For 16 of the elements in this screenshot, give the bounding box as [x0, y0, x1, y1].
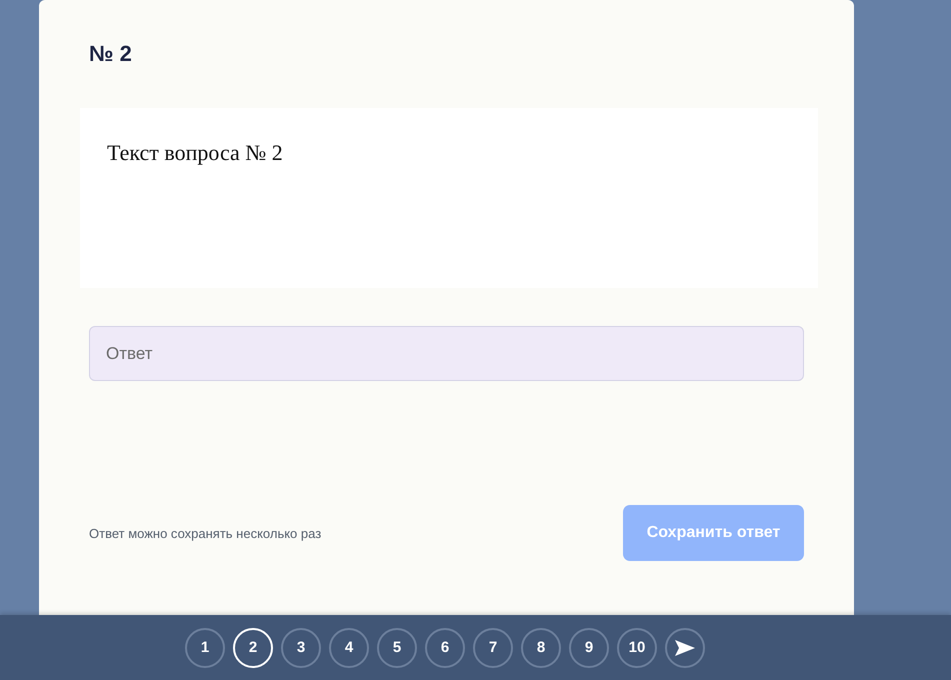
page-button[interactable]: 2: [233, 628, 273, 668]
page-button[interactable]: 9: [569, 628, 609, 668]
page-button[interactable]: 6: [425, 628, 465, 668]
question-text: Текст вопроса № 2: [107, 140, 283, 165]
send-button[interactable]: [665, 628, 705, 668]
question-number: № 2: [89, 40, 133, 68]
hint-text: Ответ можно сохранять несколько раз: [89, 526, 322, 540]
send-icon: [674, 638, 696, 656]
page-button[interactable]: 5: [377, 628, 417, 668]
answer-field[interactable]: Ответ: [89, 326, 804, 381]
page-button[interactable]: 7: [473, 628, 513, 668]
page-button[interactable]: 8: [521, 628, 561, 668]
page-button[interactable]: 4: [329, 628, 369, 668]
page-button[interactable]: 3: [281, 628, 321, 668]
page-button[interactable]: 10: [617, 628, 657, 668]
page-button[interactable]: 1: [185, 628, 225, 668]
